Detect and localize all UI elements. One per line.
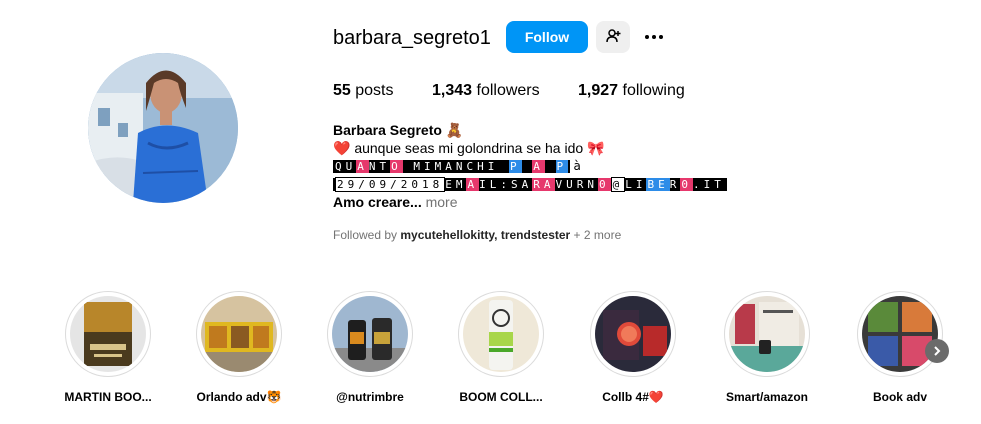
- bio-line-2: QUANTO MIMANCHI P A P à: [333, 157, 581, 175]
- highlight-label: Orlando adv🐯: [196, 390, 282, 404]
- highlight-ring: [458, 291, 544, 377]
- profile-full-name: Barbara Segreto 🧸: [333, 122, 464, 138]
- posts-stat: 55 posts: [333, 82, 394, 100]
- bio-more-link[interactable]: more: [426, 194, 458, 210]
- highlight-item[interactable]: Collb 4#❤️: [583, 291, 683, 405]
- highlight-cover: [332, 296, 408, 372]
- bio-styled-text: QUANTO MIMANCHI P A P: [333, 160, 571, 173]
- highlight-label: Book adv: [872, 390, 927, 404]
- highlight-cover: [595, 296, 671, 372]
- followed-by-text[interactable]: Followed by mycutehellokitty, trendstest…: [333, 227, 621, 243]
- bio-line-4: Amo creare... more: [333, 193, 458, 211]
- followers-stat[interactable]: 1,343 followers: [432, 82, 540, 100]
- highlight-cover: [729, 296, 805, 372]
- person-plus-icon: [605, 28, 621, 47]
- highlights-next-button[interactable]: [925, 339, 949, 363]
- followed-by-names: mycutehellokitty, trendstester: [400, 228, 571, 242]
- highlight-cover: [70, 296, 146, 372]
- followers-count: 1,343: [432, 82, 473, 99]
- followed-by-more: + 2 more: [573, 228, 622, 242]
- highlight-item[interactable]: BOOM COLL...: [451, 291, 551, 405]
- following-label: following: [622, 82, 685, 99]
- bio-text: aunque seas mi golondrina se ha ido: [354, 140, 584, 156]
- highlight-item[interactable]: @nutrimbre: [320, 291, 420, 405]
- followers-label: followers: [476, 82, 540, 99]
- highlight-label: Collb 4#❤️: [602, 390, 664, 404]
- highlight-cover: [463, 296, 539, 372]
- highlight-item[interactable]: Orlando adv🐯: [189, 291, 289, 405]
- chevron-right-icon: [932, 344, 942, 359]
- highlight-ring: [65, 291, 151, 377]
- teddy-bear-emoji: 🧸: [445, 122, 464, 138]
- heart-emoji: ❤️: [333, 140, 351, 156]
- posts-label: posts: [355, 82, 394, 99]
- highlight-cover: [201, 296, 277, 372]
- suggested-accounts-button[interactable]: [596, 21, 630, 53]
- bio-truncated-text: Amo creare...: [333, 194, 422, 210]
- highlight-ring: [724, 291, 810, 377]
- ellipsis-icon: [645, 35, 649, 39]
- options-button[interactable]: [640, 24, 668, 50]
- highlight-cover: [862, 296, 938, 372]
- bio-line-1: ❤️ aunque seas mi golondrina se ha ido 🎀: [333, 139, 604, 157]
- bio-styled-email: 29/09/2018 EMAIL:SARAVURN0 @ LIBER0.IT: [333, 177, 727, 192]
- highlight-ring: [196, 291, 282, 377]
- highlight-ring: [857, 291, 943, 377]
- highlight-label: @nutrimbre: [336, 390, 404, 404]
- following-stat[interactable]: 1,927 following: [578, 82, 685, 100]
- follow-button[interactable]: Follow: [506, 21, 588, 53]
- following-count: 1,927: [578, 82, 619, 99]
- profile-avatar[interactable]: [88, 53, 238, 203]
- bio-line-3: 29/09/2018 EMAIL:SARAVURN0 @ LIBER0.IT: [333, 175, 727, 193]
- bow-emoji: 🎀: [587, 140, 605, 156]
- highlight-ring: [327, 291, 413, 377]
- highlight-ring: [590, 291, 676, 377]
- profile-username: barbara_segreto1: [333, 27, 491, 49]
- posts-count: 55: [333, 82, 351, 99]
- bio-tail-text: à: [573, 159, 581, 173]
- highlight-label: BOOM COLL...: [459, 390, 543, 404]
- highlight-label: MARTIN BOO...: [64, 390, 152, 404]
- highlight-item[interactable]: Smart/amazon: [717, 291, 817, 405]
- highlight-item[interactable]: MARTIN BOO...: [58, 291, 158, 405]
- highlight-label: Smart/amazon: [725, 390, 809, 404]
